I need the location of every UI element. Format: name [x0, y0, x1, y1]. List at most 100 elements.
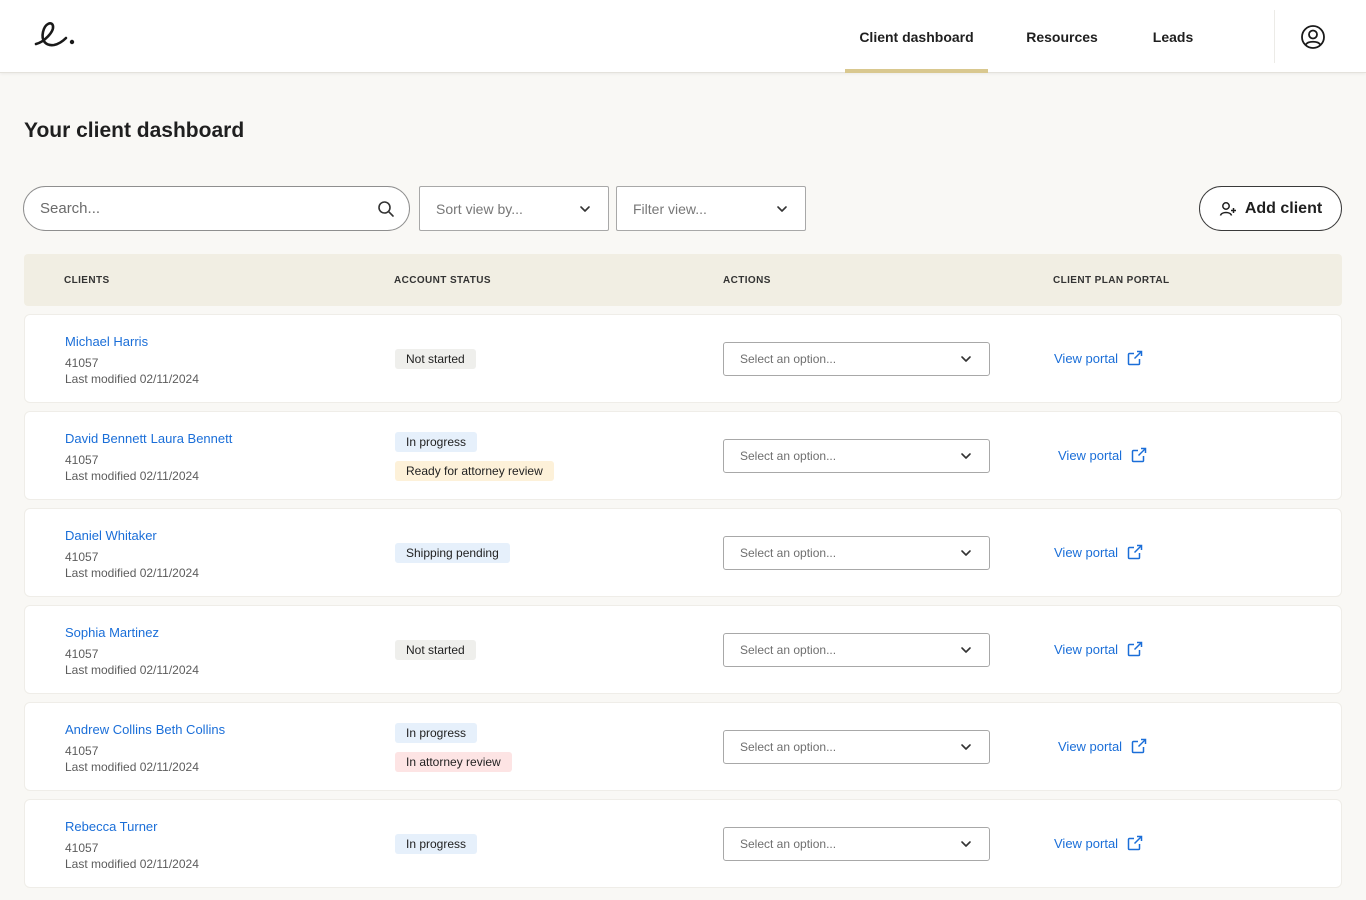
view-portal-link[interactable]: View portal	[1058, 447, 1147, 463]
client-id: 41057	[65, 841, 99, 855]
chevron-down-icon	[961, 647, 971, 653]
view-portal-link[interactable]: View portal	[1054, 641, 1143, 657]
status-badge: In attorney review	[395, 752, 512, 772]
table-row: Michael Harris 41057 Last modified 02/11/2…	[24, 314, 1342, 403]
view-portal-link[interactable]: View portal	[1054, 544, 1143, 560]
action-select-value: Select an option...	[740, 352, 837, 366]
table-row: Rebecca Turner 41057 Last modified 02/11/2…	[24, 799, 1342, 888]
sort-select-value: Sort view by...	[436, 200, 523, 217]
top-bar: Client dashboard Resources Leads	[0, 0, 1366, 73]
action-select[interactable]: Select an option...	[723, 439, 990, 473]
search-field[interactable]	[23, 186, 410, 231]
client-name-link[interactable]: Michael Harris	[65, 334, 148, 349]
client-names: Michael Harris	[65, 334, 148, 349]
table-row: Sophia Martinez 41057 Last modified 02/11/…	[24, 605, 1342, 694]
view-portal-label: View portal	[1058, 447, 1123, 463]
filter-select[interactable]: Filter view...	[616, 186, 806, 231]
table-row: Andrew Collins Beth Collins 41057 Last modi…	[24, 702, 1342, 791]
client-id: 41057	[65, 356, 99, 370]
table-row: David Bennett Laura Bennett 41057 Last modi…	[24, 411, 1342, 500]
client-names: Daniel Whitaker	[65, 528, 157, 543]
column-header-client-plan-portal[interactable]: CLIENT PLAN PORTAL	[1053, 275, 1169, 286]
nav-client-dashboard[interactable]: Client dashboard	[845, 0, 988, 73]
action-select[interactable]: Select an option...	[723, 730, 990, 764]
client-name-link[interactable]: Rebecca Turner	[65, 819, 158, 834]
table-row: Daniel Whitaker 41057 Last modified 02/11/…	[24, 508, 1342, 597]
status-badge: Ready for attorney review	[395, 461, 554, 481]
client-names: Sophia Martinez	[65, 625, 159, 640]
client-name-link[interactable]: David Bennett	[65, 431, 147, 446]
client-id: 41057	[65, 647, 99, 661]
client-name-link[interactable]: Daniel Whitaker	[65, 528, 157, 543]
client-names: Andrew Collins Beth Collins	[65, 722, 225, 737]
status-badge: In progress	[395, 432, 478, 452]
external-link-icon	[1131, 738, 1147, 754]
user-circle-icon[interactable]	[1300, 24, 1326, 50]
status-badge: In progress	[395, 834, 478, 854]
client-id: 41057	[65, 744, 99, 758]
last-modified: Last modified 02/11/2024	[65, 857, 199, 871]
add-client-button[interactable]: Add client	[1199, 186, 1342, 231]
status-badge: In progress	[395, 723, 478, 743]
action-select[interactable]: Select an option...	[723, 536, 990, 570]
last-modified: Last modified 02/11/2024	[65, 663, 199, 677]
chevron-down-icon	[777, 205, 787, 212]
view-portal-link[interactable]: View portal	[1058, 738, 1147, 754]
chevron-down-icon	[961, 744, 971, 750]
action-select-value: Select an option...	[740, 837, 837, 851]
action-select[interactable]: Select an option...	[723, 342, 990, 376]
last-modified: Last modified 02/11/2024	[65, 566, 199, 580]
action-select-value: Select an option...	[740, 546, 837, 560]
status-badge: Not started	[395, 640, 476, 660]
external-link-icon	[1127, 835, 1143, 851]
chevron-down-icon	[961, 550, 971, 556]
search-icon[interactable]	[377, 200, 395, 218]
external-link-icon	[1127, 350, 1143, 366]
client-names: Rebecca Turner	[65, 819, 158, 834]
view-portal-label: View portal	[1054, 641, 1119, 657]
table-header: CLIENTS ACCOUNT STATUS ACTIONS CLIENT PL…	[24, 254, 1342, 306]
filter-select-value: Filter view...	[633, 200, 707, 217]
view-portal-link[interactable]: View portal	[1054, 350, 1143, 366]
client-name-link[interactable]: Beth Collins	[156, 722, 225, 737]
chevron-down-icon	[961, 453, 971, 459]
column-header-clients[interactable]: CLIENTS	[64, 275, 110, 286]
last-modified: Last modified 02/11/2024	[65, 760, 199, 774]
action-select-value: Select an option...	[740, 740, 837, 754]
view-portal-label: View portal	[1054, 350, 1119, 366]
last-modified: Last modified 02/11/2024	[65, 469, 199, 483]
client-name-link[interactable]: Sophia Martinez	[65, 625, 159, 640]
action-select[interactable]: Select an option...	[723, 633, 990, 667]
status-badge: Not started	[395, 349, 476, 369]
action-select-value: Select an option...	[740, 449, 837, 463]
status-badge: Shipping pending	[395, 543, 510, 563]
client-id: 41057	[65, 550, 99, 564]
external-link-icon	[1127, 544, 1143, 560]
external-link-icon	[1127, 641, 1143, 657]
client-id: 41057	[65, 453, 99, 467]
column-header-account-status[interactable]: ACCOUNT STATUS	[394, 275, 491, 286]
client-name-link[interactable]: Laura Bennett	[151, 431, 233, 446]
action-select-value: Select an option...	[740, 643, 837, 657]
chevron-down-icon	[961, 356, 971, 362]
logo-mark[interactable]	[32, 18, 80, 54]
chevron-down-icon	[580, 205, 590, 212]
view-portal-label: View portal	[1054, 835, 1119, 851]
view-portal-label: View portal	[1054, 544, 1119, 560]
page-title: Your client dashboard	[24, 119, 245, 142]
add-client-label: Add client	[1244, 199, 1323, 217]
client-names: David Bennett Laura Bennett	[65, 431, 232, 446]
sort-select[interactable]: Sort view by...	[419, 186, 609, 231]
nav-resources[interactable]: Resources	[1018, 0, 1106, 73]
view-portal-label: View portal	[1058, 738, 1123, 754]
last-modified: Last modified 02/11/2024	[65, 372, 199, 386]
nav-divider	[1274, 10, 1275, 63]
external-link-icon	[1131, 447, 1147, 463]
client-name-link[interactable]: Andrew Collins	[65, 722, 152, 737]
column-header-actions[interactable]: ACTIONS	[723, 275, 771, 286]
action-select[interactable]: Select an option...	[723, 827, 990, 861]
nav-leads[interactable]: Leads	[1143, 0, 1203, 73]
view-portal-link[interactable]: View portal	[1054, 835, 1143, 851]
chevron-down-icon	[961, 841, 971, 847]
search-input[interactable]	[40, 200, 377, 217]
